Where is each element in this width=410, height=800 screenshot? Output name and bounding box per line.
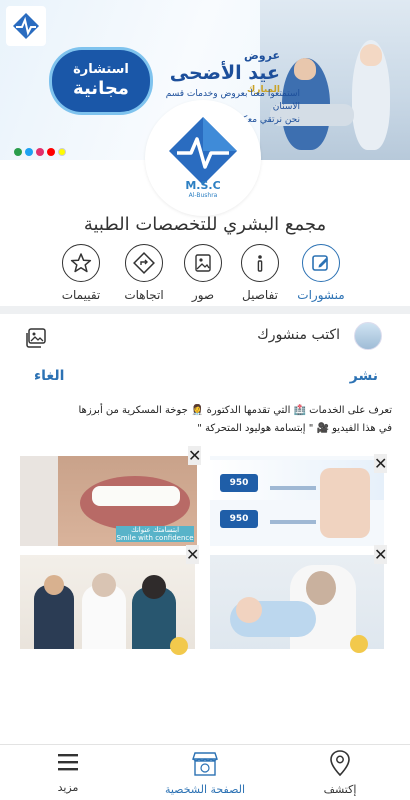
smile-caption: ابتسامتك عنوانك [130,526,180,534]
publish-button[interactable]: نشر [350,368,378,384]
hollywood-smile-image[interactable]: ابتسامتك عنوانك Smile with confidence [20,456,197,546]
offer-line-1: استشارة [73,62,129,77]
doctor-with-baby-image[interactable] [210,555,384,663]
snapchat-icon [58,148,66,156]
profile-actions: منشورات تفاصيل صور اتجاهات تقييمات [0,244,410,304]
tab-posts[interactable]: منشورات [292,244,350,302]
instagram-icon [36,148,44,156]
tab-directions[interactable]: اتجاهات [115,244,173,302]
remove-image-button[interactable]: ✕ [374,454,388,473]
nav-more-label: مزيد [57,781,79,794]
info-icon [257,255,263,272]
flyer-price-2: 950 [220,510,258,528]
whatsapp-icon [14,148,22,156]
menu-icon [58,754,78,771]
post-line-2: في هذا الفيديو 🎥 " إبتسامة هوليود المتحر… [197,423,392,434]
user-avatar [354,322,382,350]
remove-image-button[interactable]: ✕ [188,446,202,465]
logo-text: M.S.C [185,179,221,192]
directions-icon-circle [125,244,163,282]
tab-directions-label: اتجاهات [124,288,164,302]
remove-image-button[interactable]: ✕ [374,545,388,564]
add-photo-icon [26,328,46,348]
compose-prompt[interactable]: اكتب منشورك [257,327,340,343]
bottom-nav: مزيد الصفحة الشخصية إكتشف [0,744,410,800]
offer-line-2: مجانية [73,78,129,99]
nav-profile[interactable]: الصفحة الشخصية [150,749,260,796]
location-pin-icon [330,750,350,777]
youtube-icon [47,148,55,156]
tab-photos[interactable]: صور [174,244,232,302]
logo-subtext: Al-Bushra [188,192,218,199]
free-consultation-badge: استشارة مجانية [52,50,150,112]
nav-more[interactable]: مزيد [50,749,86,794]
nav-profile-label: الصفحة الشخصية [164,783,246,796]
twitter-icon [25,148,33,156]
star-icon [70,253,92,273]
tab-details-label: تفاصيل [242,288,278,302]
reviews-icon-circle [62,244,100,282]
directions-icon [133,252,155,274]
compose-row: اكتب منشورك [0,318,410,358]
close-icon: ✕ [186,545,200,564]
cancel-button[interactable]: الغاء [34,368,64,384]
post-text[interactable]: تعرف على الخدمات 🏥 التي تقدمها الدكتورة … [22,402,393,438]
section-divider [0,306,410,314]
profile-avatar[interactable]: M.S.C Al-Bushra [145,100,261,216]
page-title: مجمع البشري للتخصصات الطبية [83,214,327,235]
photos-icon-circle [184,244,222,282]
tab-reviews-label: تقييمات [61,288,101,302]
tab-reviews[interactable]: تقييمات [52,244,110,302]
post-action-bar: نشر الغاء [0,368,410,388]
clinic-scene-image [260,0,410,160]
mini-logo [6,6,46,46]
edit-icon [312,255,328,271]
medical-team-photo-image[interactable] [20,555,195,663]
remove-image-button[interactable]: ✕ [186,545,200,564]
image-icon [195,254,211,272]
storefront-icon [192,752,218,776]
close-icon: ✕ [374,454,388,473]
post-line-1: تعرف على الخدمات 🏥 التي تقدمها الدكتورة … [78,405,393,416]
details-icon-circle [241,244,279,282]
add-photo-button[interactable] [24,326,48,350]
nav-explore-label: إكتشف [323,783,357,796]
tab-photos-label: صور [191,288,215,302]
close-icon: ✕ [188,446,202,465]
nav-explore[interactable]: إكتشف [320,749,360,796]
posts-icon-circle [302,244,340,282]
msc-logo-icon [169,117,237,185]
headline-small: عروض [244,49,280,62]
social-icons [14,148,66,156]
dental-offers-flyer-image[interactable]: 950 950 [210,456,384,546]
tab-details[interactable]: تفاصيل [231,244,289,302]
flyer-price-1: 950 [220,474,258,492]
smile-caption-en: Smile with confidence [116,534,194,542]
tab-posts-label: منشورات [297,288,345,302]
headline-big: عيد الأضحى [169,62,280,84]
close-icon: ✕ [374,545,388,564]
